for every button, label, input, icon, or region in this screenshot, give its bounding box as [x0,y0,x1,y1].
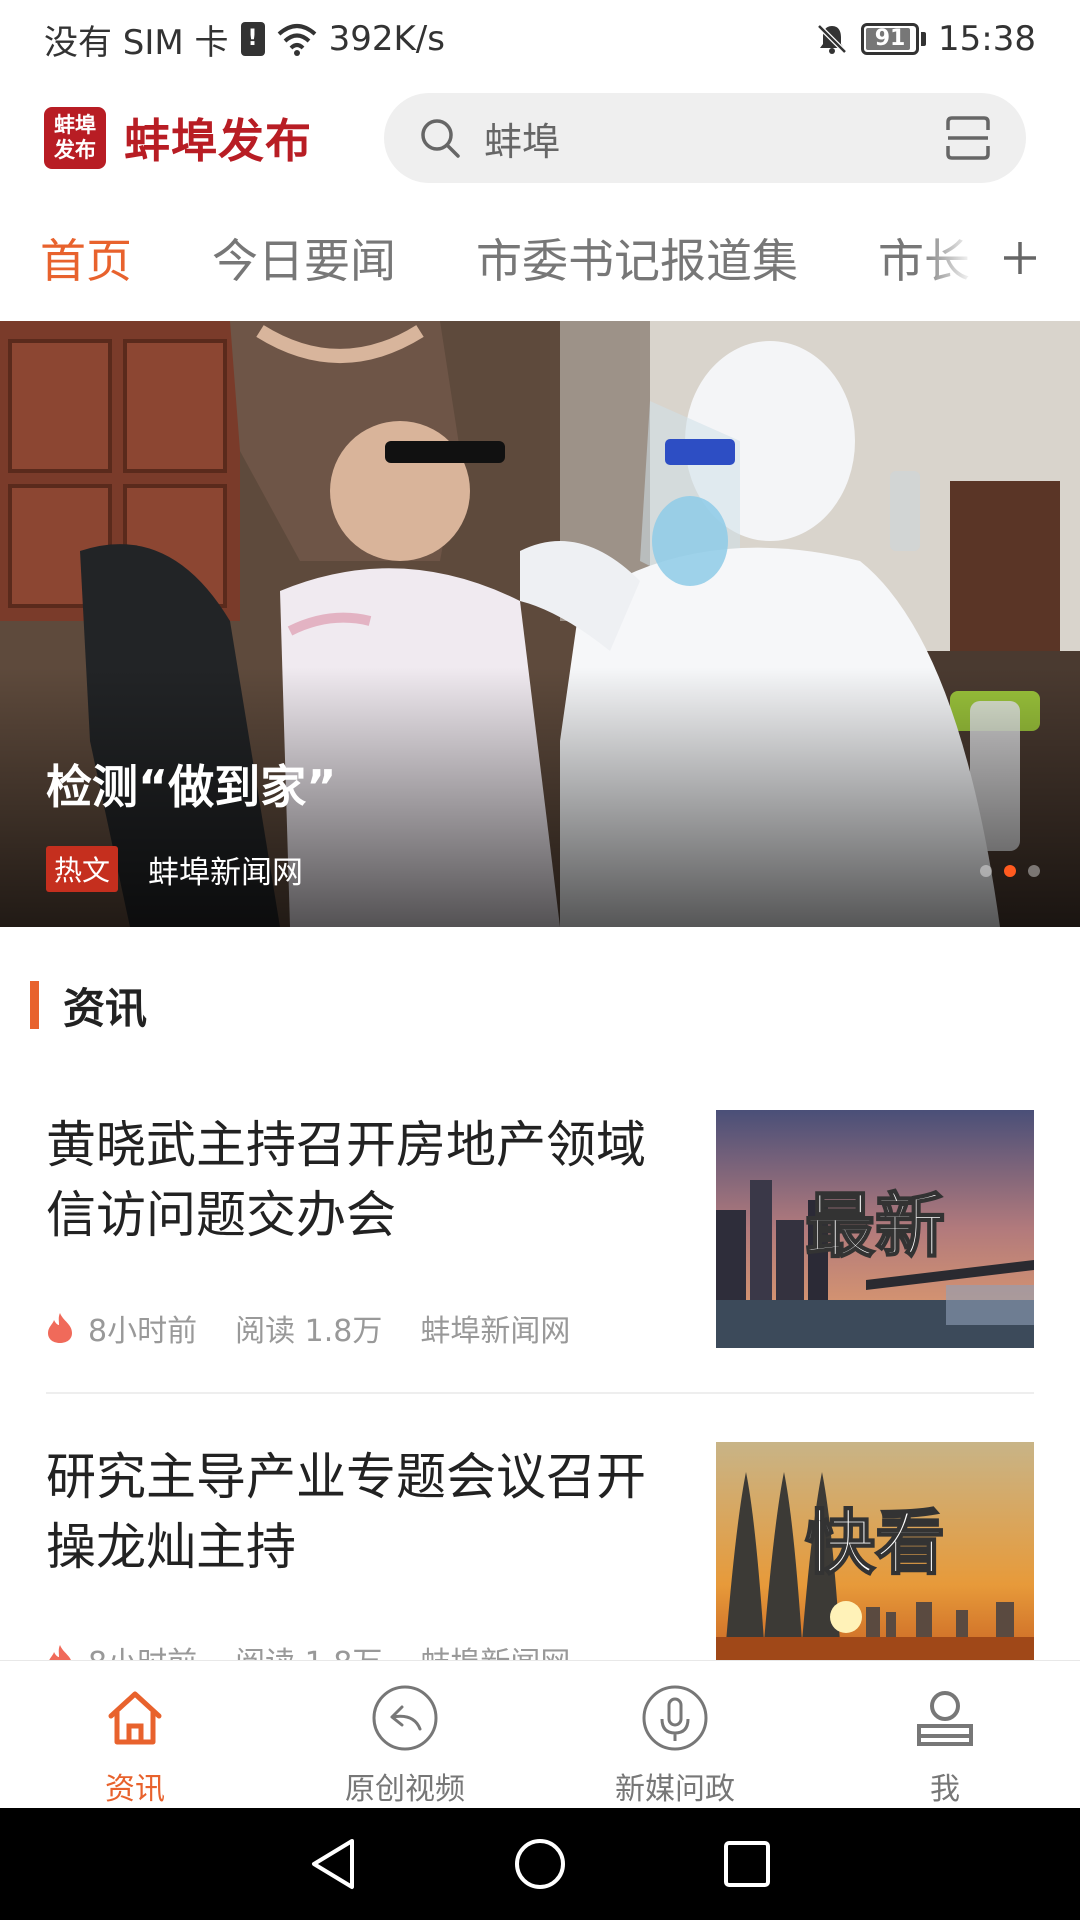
nav-label: 资讯 [105,1772,165,1807]
hero-banner[interactable]: 检测“做到家” 热文 蚌埠新闻网 [0,321,1080,927]
news-source: 蚌埠新闻网 [420,1638,570,1660]
status-bar: 没有 SIM 卡 ! 392K/s 91 15:38 [0,0,1080,78]
search-input[interactable]: 蚌埠 [484,111,944,166]
flame-icon [48,1313,72,1343]
tab-today-news[interactable]: 今日要闻 [212,225,396,291]
carrier-text: 没有 SIM 卡 [44,22,229,63]
carousel-dot[interactable] [1028,865,1040,877]
news-source: 蚌埠新闻网 [420,1314,571,1349]
scan-icon[interactable] [944,114,992,162]
news-meta: 8小时前 阅读 1.8万 蚌埠新闻网 [46,1306,608,1350]
back-icon[interactable] [308,1837,358,1891]
status-left: 没有 SIM 卡 ! 392K/s [44,15,445,64]
app-logo-badge: 蚌埠 发布 [44,107,106,169]
banner-meta: 热文 蚌埠新闻网 [46,846,303,892]
news-time: 8小时前 [88,1638,197,1660]
news-meta: 8小时前 阅读 1.8万 蚌埠新闻网 [46,1638,608,1660]
flame-icon [49,1645,71,1660]
tab-home[interactable]: 首页 [40,225,132,291]
thumb-label: 快看 [805,1504,945,1582]
clock: 15:38 [938,19,1036,59]
news-item[interactable]: 黄晓武主持召开房地产领域信访问题交办会 8小时前 阅读 1.8万 蚌埠新闻网 最… [0,1110,1080,1360]
logo-badge-line2: 发布 [54,138,96,162]
nav-label: 新媒问政 [615,1772,735,1807]
person-icon [908,1681,982,1754]
nav-item-original-video[interactable]: 原创视频 [270,1661,540,1808]
microphone-icon [638,1681,712,1754]
plus-icon [1004,242,1036,274]
wifi-icon [277,24,316,56]
system-navigation-bar [0,1808,1080,1920]
banner-source: 蚌埠新闻网 [148,854,304,891]
battery-icon: 91 [861,23,927,55]
logo-badge-line1: 蚌埠 [54,113,96,137]
nav-label: 我 [930,1772,960,1807]
home-circle-icon[interactable] [513,1837,567,1891]
news-reads: 阅读 1.8万 [235,1314,383,1349]
news-thumbnail[interactable]: 最新 [716,1110,1034,1348]
section-accent-bar [30,981,39,1029]
nav-label: 原创视频 [345,1772,465,1807]
news-divider [46,1392,1034,1394]
recent-apps-icon[interactable] [722,1839,772,1889]
channel-tabs: 首页 今日要闻 市委书记报道集 市长 [0,210,1080,306]
sim-alert-icon: ! [240,22,265,56]
add-channel-button[interactable] [920,210,1040,306]
news-item[interactable]: 研究主导产业专题会议召开操龙灿主持 8小时前 阅读 1.8万 蚌埠新闻网 [0,1442,1080,1660]
net-speed: 392K/s [328,19,445,59]
section-title: 资讯 [63,983,148,1033]
nav-item-me[interactable]: 我 [810,1661,1080,1808]
nav-item-new-media[interactable]: 新媒问政 [540,1661,810,1808]
bottom-navigation: 资讯 原创视频 新媒问政 我 [0,1660,1080,1808]
reply-arrow-icon [368,1681,442,1754]
status-right: 91 15:38 [815,19,1036,59]
bell-muted-icon [817,24,847,54]
home-icon [98,1681,172,1754]
thumb-label: 最新 [805,1187,945,1265]
search-bar[interactable]: 蚌埠 [384,93,1026,183]
news-time: 8小时前 [88,1314,198,1349]
section-header: 资讯 [0,970,1080,1040]
nav-item-news[interactable]: 资讯 [0,1661,270,1808]
tab-secretary-reports[interactable]: 市委书记报道集 [476,225,798,291]
news-title[interactable]: 研究主导产业专题会议召开操龙灿主持 [46,1442,686,1582]
carousel-dot[interactable] [980,865,992,877]
news-reads: 阅读 1.8万 [235,1638,382,1660]
carousel-dot-active[interactable] [1004,865,1016,877]
news-thumbnail[interactable]: 快看 [716,1442,1034,1660]
app-header: 蚌埠 发布 蚌埠发布 蚌埠 [0,78,1080,198]
battery-level: 91 [874,26,906,51]
app-name: 蚌埠发布 [124,114,312,168]
hot-tag-badge: 热文 [46,846,119,892]
search-icon [421,119,460,158]
news-title[interactable]: 黄晓武主持召开房地产领域信访问题交办会 [46,1110,686,1250]
carousel-indicator [980,865,1040,877]
banner-title[interactable]: 检测“做到家” [46,751,336,817]
